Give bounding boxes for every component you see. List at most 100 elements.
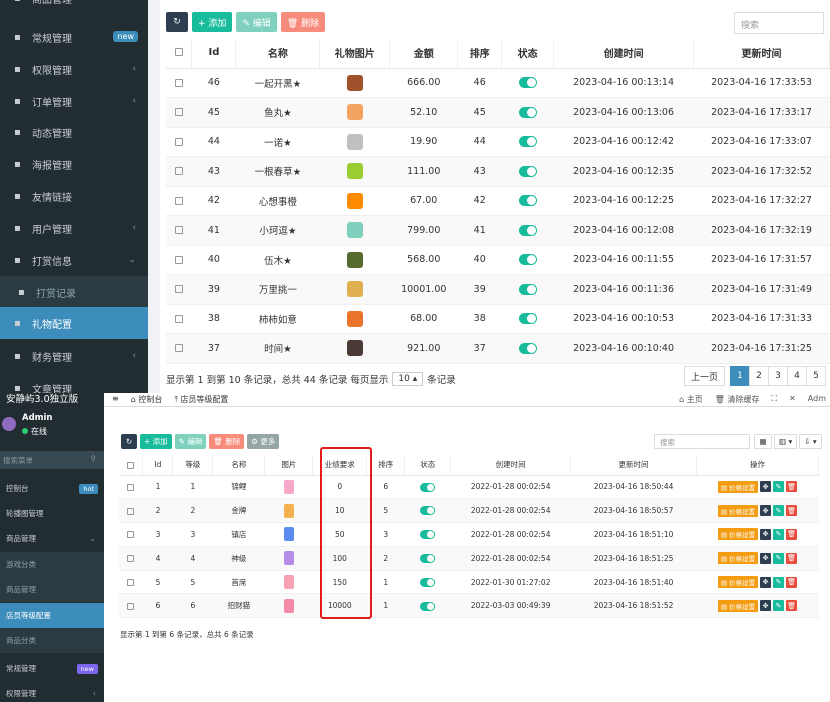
sidebar-item[interactable]: ▪ 用户管理 ‹ <box>0 212 148 244</box>
level-badge-image[interactable] <box>283 598 294 613</box>
sidebar-item[interactable]: ▪ 财务管理 ‹ <box>0 340 148 372</box>
card-view-icon[interactable]: ▦ <box>754 434 772 449</box>
sidebar-item[interactable]: ▪ 文章管理 <box>0 372 148 394</box>
row-checkbox[interactable] <box>127 483 135 491</box>
gift-image[interactable] <box>346 251 363 268</box>
status-toggle[interactable] <box>420 482 436 492</box>
level-badge-image[interactable] <box>283 479 294 494</box>
sidebar-item[interactable]: ▪ 友情链接 <box>0 180 148 212</box>
row-checkbox[interactable] <box>127 531 135 539</box>
gift-image[interactable] <box>346 281 363 298</box>
gift-image[interactable] <box>346 104 363 121</box>
move-icon[interactable]: ✥ <box>760 600 772 612</box>
move-icon[interactable]: ✥ <box>760 528 772 540</box>
edit-button[interactable]: ✎ 编辑 <box>174 434 207 449</box>
edit-icon[interactable]: ✎ <box>773 528 785 540</box>
edit-icon[interactable]: ✎ <box>773 481 785 493</box>
sidebar-item[interactable]: ▪ 权限管理 ‹ <box>0 53 148 85</box>
row-checkbox[interactable] <box>174 255 183 264</box>
sidebar-item[interactable]: ▪ 礼物配置 <box>0 307 148 339</box>
edit-icon[interactable]: ✎ <box>773 552 785 564</box>
sidebar-item[interactable]: ▪ 动态管理 <box>0 116 148 148</box>
move-icon[interactable]: ✥ <box>760 576 772 588</box>
status-toggle[interactable] <box>420 554 436 564</box>
status-toggle[interactable] <box>518 342 537 354</box>
sidebar-item[interactable]: 商品管理 ⌄ <box>0 526 104 551</box>
column-header[interactable] <box>166 38 193 69</box>
sidebar-item[interactable]: 店员等级配置 <box>0 603 104 628</box>
add-button[interactable]: + 添加 <box>140 434 172 449</box>
gift-image[interactable] <box>346 74 363 91</box>
sidebar-item[interactable]: 轮播图管理 <box>0 501 104 526</box>
search-input[interactable]: 搜索 <box>734 12 824 34</box>
row-checkbox[interactable] <box>174 78 183 87</box>
status-toggle[interactable] <box>518 224 537 236</box>
sidebar-item[interactable]: 常规管理 new <box>0 656 104 681</box>
page-button[interactable]: 5 <box>806 366 826 386</box>
sidebar-item[interactable]: ▪ 商品管理 ‹ <box>0 0 148 14</box>
price-settings-button[interactable]: ▤ 价格设置 <box>717 528 759 541</box>
price-settings-button[interactable]: ▤ 价格设置 <box>717 576 759 589</box>
export-button[interactable]: ⇩ ▾ <box>799 434 822 449</box>
level-badge-image[interactable] <box>283 575 294 590</box>
home-link[interactable]: ⌂ 主页 <box>679 394 703 405</box>
level-badge-image[interactable] <box>283 503 294 518</box>
gift-image[interactable] <box>346 133 363 150</box>
refresh-button[interactable]: ↻ <box>121 434 137 449</box>
row-checkbox[interactable] <box>174 285 183 294</box>
refresh-button[interactable]: ↻ <box>166 12 188 32</box>
columns-toggle-button[interactable]: ▥ ▾ <box>774 434 798 449</box>
edit-button[interactable]: ✎ 编辑 <box>236 12 277 32</box>
sidebar-item[interactable]: ▪ 常规管理 new <box>0 21 148 53</box>
status-toggle[interactable] <box>518 165 537 177</box>
level-badge-image[interactable] <box>283 527 294 542</box>
fullscreen-icon[interactable]: ⛶ <box>771 394 777 405</box>
page-button[interactable]: 4 <box>787 366 807 386</box>
price-settings-button[interactable]: ▤ 价格设置 <box>717 552 759 565</box>
admin-menu[interactable]: Adm <box>808 394 826 405</box>
select-all-checkbox[interactable] <box>127 461 135 469</box>
sidebar-item[interactable]: 商品管理 <box>0 577 104 602</box>
status-toggle[interactable] <box>518 106 537 118</box>
row-checkbox[interactable] <box>174 167 183 176</box>
status-toggle[interactable] <box>420 577 436 587</box>
add-button[interactable]: + 添加 <box>192 12 233 32</box>
sidebar-item[interactable]: 商品分类 <box>0 628 104 653</box>
tab-staff-level[interactable]: ⤒ 店员等级配置 <box>174 394 228 405</box>
status-toggle[interactable] <box>518 195 537 207</box>
sidebar-item[interactable]: ▪ 打赏信息 ⌄ <box>0 244 148 276</box>
column-header[interactable] <box>119 455 144 476</box>
menu-toggle-icon[interactable]: ≡ <box>112 394 119 405</box>
status-toggle[interactable] <box>518 254 537 266</box>
row-checkbox[interactable] <box>174 344 183 353</box>
status-toggle[interactable] <box>518 77 537 89</box>
row-checkbox[interactable] <box>174 137 183 146</box>
clear-cache-button[interactable]: 🗑 清除缓存 <box>715 394 760 405</box>
sidebar-item[interactable]: 控制台 hot <box>0 476 104 501</box>
price-settings-button[interactable]: ▤ 价格设置 <box>717 504 759 517</box>
delete-icon[interactable]: 🗑 <box>786 481 798 493</box>
tab-dashboard[interactable]: ⌂ 控制台 <box>131 394 163 405</box>
gift-image[interactable] <box>346 340 363 357</box>
status-toggle[interactable] <box>518 313 537 325</box>
menu-search-input[interactable]: 搜索菜单 ⚲ <box>0 451 104 469</box>
sidebar-item[interactable]: ▪ 订单管理 ‹ <box>0 85 148 117</box>
gift-image[interactable] <box>346 192 363 209</box>
page-button[interactable]: 2 <box>749 366 769 386</box>
delete-icon[interactable]: 🗑 <box>786 528 798 540</box>
row-checkbox[interactable] <box>174 314 183 323</box>
page-button[interactable]: 3 <box>768 366 788 386</box>
sidebar-item[interactable]: ▪ 海报管理 <box>0 148 148 180</box>
status-toggle[interactable] <box>420 506 436 516</box>
delete-icon[interactable]: 🗑 <box>786 505 798 517</box>
edit-icon[interactable]: ✎ <box>773 600 785 612</box>
search-input-2[interactable]: 搜索 <box>654 434 750 449</box>
row-checkbox[interactable] <box>127 507 135 515</box>
row-checkbox[interactable] <box>174 108 183 117</box>
row-checkbox[interactable] <box>127 555 135 563</box>
delete-icon[interactable]: 🗑 <box>786 600 798 612</box>
status-toggle[interactable] <box>518 283 537 295</box>
move-icon[interactable]: ✥ <box>760 505 772 517</box>
gift-image[interactable] <box>346 222 363 239</box>
page-size-select[interactable]: 10 ▴ <box>392 372 424 386</box>
